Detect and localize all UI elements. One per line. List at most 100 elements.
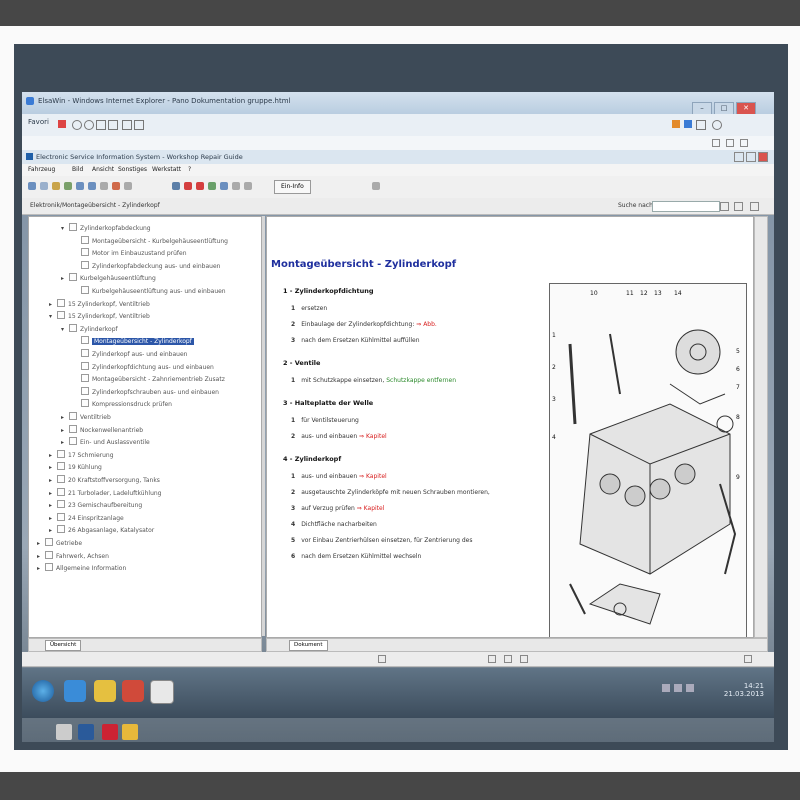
expand-toggle-icon[interactable]: ▸ xyxy=(49,489,57,499)
doc-icon[interactable] xyxy=(172,182,180,190)
tree-item[interactable]: ▸ Allgemeine Information xyxy=(37,563,126,573)
expand-toggle-icon[interactable]: ▾ xyxy=(61,325,69,335)
tab-uebersicht[interactable]: Übersicht xyxy=(45,640,82,651)
ein-info-button[interactable]: Ein-Info xyxy=(274,180,311,194)
expand-toggle-icon[interactable]: ▸ xyxy=(61,438,69,448)
heart-icon[interactable] xyxy=(184,182,192,190)
tree-item[interactable]: ▾ Zylinderkopf xyxy=(61,323,118,335)
tree-item[interactable]: ▸ Kurbelgehäuseentlüftung xyxy=(61,273,156,283)
tray-volume-icon[interactable] xyxy=(674,684,682,692)
folder-taskbar-icon[interactable] xyxy=(94,680,116,702)
chrome-taskbar-icon[interactable] xyxy=(122,680,144,702)
tab-dokument[interactable]: Dokument xyxy=(289,640,328,651)
start-button[interactable] xyxy=(32,680,54,702)
navigation-tree[interactable]: ▾ Zylinderkopfabdeckung Montageübersicht -… xyxy=(28,216,262,638)
tree-item[interactable]: ▸ 17 Schmierung xyxy=(49,449,114,461)
search-input[interactable] xyxy=(652,201,720,212)
expand-toggle-icon[interactable]: ▸ xyxy=(49,476,57,486)
refresh-icon[interactable] xyxy=(96,120,106,130)
cross-reference-link[interactable]: Schutzkappe entfernen xyxy=(386,377,456,384)
tree-item[interactable]: ▸ 19 Kühlung xyxy=(49,462,102,472)
menu-item-werkstatt[interactable]: Werkstatt xyxy=(152,166,181,173)
content-scrollbar[interactable] xyxy=(754,216,768,638)
expand-toggle-icon[interactable]: ▸ xyxy=(61,274,69,284)
expand-toggle-icon[interactable]: ▾ xyxy=(61,224,69,234)
open-icon[interactable] xyxy=(28,182,36,190)
search-dropdown-icon[interactable] xyxy=(720,202,729,211)
taskbar-clock[interactable]: 14:21 21.03.2013 xyxy=(724,682,764,698)
tree-item[interactable]: ▸ 26 Abgasanlage, Katalysator xyxy=(49,525,154,535)
tree-item[interactable]: ▸ 20 Kraftstoffversorgung, Tanks xyxy=(49,475,160,485)
tree-item[interactable]: Zylinderkopfdichtung aus- und einbauen xyxy=(73,361,214,372)
cross-reference-link[interactable]: ⇒ Kapitel xyxy=(359,473,387,480)
tree-item[interactable]: ▸ 15 Zylinderkopf, Ventiltrieb xyxy=(49,298,150,310)
tree-item[interactable]: ▸ Getriebe xyxy=(37,538,82,548)
expand-toggle-icon[interactable]: ▸ xyxy=(49,451,57,461)
expand-toggle-icon[interactable]: ▸ xyxy=(49,300,57,310)
tray-flag-icon[interactable] xyxy=(686,684,694,692)
folder-icon[interactable] xyxy=(52,182,60,190)
expand-toggle-icon[interactable]: ▸ xyxy=(49,463,57,473)
forward-icon[interactable] xyxy=(88,182,96,190)
desktop-icon[interactable] xyxy=(122,724,138,740)
cross-reference-link[interactable]: ⇒ Kapitel xyxy=(359,433,387,440)
ie-taskbar-icon[interactable] xyxy=(64,680,86,702)
expand-toggle-icon[interactable]: ▸ xyxy=(37,552,45,562)
cross-reference-link[interactable]: ⇒ Abb. xyxy=(416,321,437,328)
settings-icon[interactable] xyxy=(232,182,240,190)
safety-menu-icon[interactable] xyxy=(726,139,734,147)
tree-item[interactable]: Motor im Einbauzustand prüfen xyxy=(73,248,187,258)
search-go-icon[interactable] xyxy=(734,202,743,211)
back-icon[interactable] xyxy=(72,120,82,130)
home-icon[interactable] xyxy=(108,120,118,130)
arrow-icon[interactable] xyxy=(244,182,252,190)
forward-icon[interactable] xyxy=(84,120,94,130)
help-icon[interactable] xyxy=(712,120,722,130)
info-icon[interactable] xyxy=(220,182,228,190)
zoom-icon[interactable] xyxy=(124,182,132,190)
app-close-icon[interactable] xyxy=(758,152,768,162)
check-icon[interactable] xyxy=(208,182,216,190)
tree-item[interactable]: ▸ Nockenwellenantrieb xyxy=(61,424,143,436)
print-icon[interactable] xyxy=(134,120,144,130)
desktop-icon[interactable] xyxy=(56,724,72,740)
pane-splitter[interactable] xyxy=(262,216,265,636)
app-minimize-icon[interactable] xyxy=(734,152,744,162)
expand-toggle-icon[interactable]: ▸ xyxy=(61,413,69,423)
expand-toggle-icon[interactable]: ▾ xyxy=(49,312,57,322)
expand-toggle-icon[interactable]: ▸ xyxy=(49,501,57,511)
print-preview-icon[interactable] xyxy=(372,182,380,190)
print-icon[interactable] xyxy=(100,182,108,190)
expand-toggle-icon[interactable]: ▸ xyxy=(49,514,57,524)
tray-network-icon[interactable] xyxy=(662,684,670,692)
search-options-icon[interactable] xyxy=(750,202,759,211)
desktop-icon[interactable] xyxy=(102,724,118,740)
expand-toggle-icon[interactable]: ▸ xyxy=(37,539,45,549)
tree-item[interactable]: ▸ 23 Gemischaufbereitung xyxy=(49,500,142,510)
expand-toggle-icon[interactable]: ▸ xyxy=(37,564,45,574)
tree-item[interactable]: ▾ 15 Zylinderkopf, Ventiltrieb xyxy=(49,311,150,321)
app-taskbar-icon[interactable] xyxy=(150,680,174,704)
tree-item[interactable]: Zylinderkopfschrauben aus- und einbauen xyxy=(73,386,219,397)
tree-item[interactable]: Zylinderkopf aus- und einbauen xyxy=(73,349,187,359)
tree-item[interactable]: Montageübersicht - Kurbelgehäuseentlüftu… xyxy=(73,235,228,246)
back-icon[interactable] xyxy=(76,182,84,190)
tree-item[interactable]: Zylinderkopfabdeckung aus- und einbauen xyxy=(73,260,220,271)
favorites-button[interactable]: Favori xyxy=(28,118,49,132)
cross-reference-link[interactable]: ⇒ Kapitel xyxy=(357,505,385,512)
save-icon[interactable] xyxy=(40,182,48,190)
tree-item[interactable]: Montageübersicht - Zylinderkopf xyxy=(73,336,194,346)
tree-item[interactable]: Kompressionsdruck prüfen xyxy=(73,399,172,409)
tree-item[interactable]: ▸ Fahrwerk, Achsen xyxy=(37,550,109,562)
page-icon[interactable] xyxy=(122,120,132,130)
desktop-icon[interactable] xyxy=(78,724,94,740)
expand-toggle-icon[interactable]: ▸ xyxy=(61,426,69,436)
tree-item[interactable]: Montageübersicht - Zahnriementrieb Zusat… xyxy=(73,374,225,384)
menu-item-ansicht[interactable]: Ansicht xyxy=(92,166,114,173)
page-menu-icon[interactable] xyxy=(712,139,720,147)
resize-grip-icon[interactable] xyxy=(744,655,752,663)
menu-item-help[interactable]: ? xyxy=(188,166,191,173)
tree-item[interactable]: Kurbelgehäuseentlüftung aus- und einbaue… xyxy=(73,286,226,296)
refresh-icon[interactable] xyxy=(64,182,72,190)
expand-toggle-icon[interactable]: ▸ xyxy=(49,526,57,536)
